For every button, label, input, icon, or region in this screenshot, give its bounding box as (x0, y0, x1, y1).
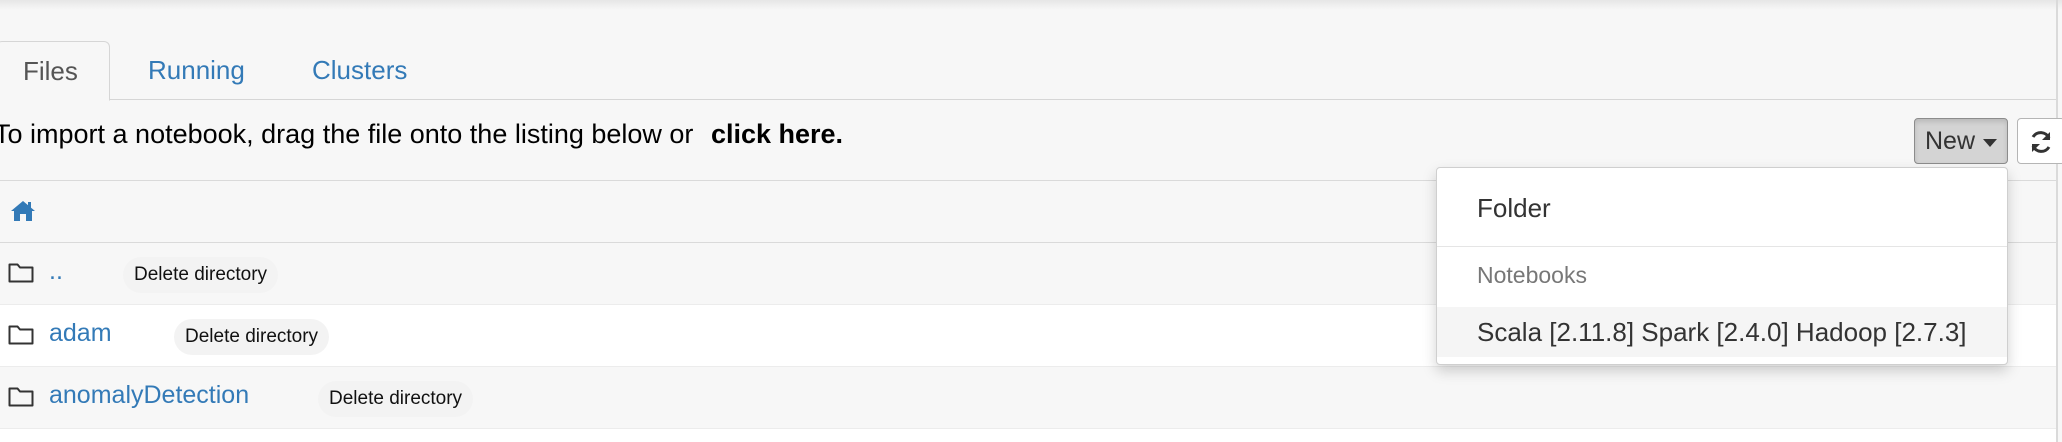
import-instructions: To import a notebook, drag the file onto… (0, 119, 843, 150)
new-button-label: New (1925, 127, 1976, 155)
menubar-shadow (0, 0, 2062, 10)
new-notebook-kernel-item[interactable]: Scala [2.11.8] Spark [2.4.0] Hadoop [2.7… (1437, 307, 2007, 357)
tab-running[interactable]: Running (126, 41, 267, 100)
item-name-link[interactable]: adam (49, 319, 112, 348)
container-border (2056, 0, 2058, 442)
tab-clusters[interactable]: Clusters (290, 41, 429, 100)
delete-directory-button[interactable]: Delete directory (123, 257, 279, 293)
delete-directory-button[interactable]: Delete directory (318, 381, 474, 417)
menu-divider (1437, 246, 2007, 247)
home-icon[interactable] (10, 200, 36, 222)
refresh-button[interactable] (2017, 118, 2062, 164)
import-text: To import a notebook, drag the file onto… (0, 119, 694, 149)
folder-icon (8, 263, 34, 283)
item-name-link[interactable]: .. (49, 257, 63, 286)
refresh-icon (2031, 131, 2051, 153)
folder-icon (8, 387, 34, 407)
file-browser: Files Running Clusters To import a noteb… (0, 0, 2062, 442)
list-item[interactable]: anomalyDetection Delete directory (0, 367, 2056, 429)
folder-icon (8, 325, 34, 345)
delete-directory-button[interactable]: Delete directory (174, 319, 330, 355)
tab-files[interactable]: Files (0, 41, 110, 101)
upload-link[interactable]: click here. (711, 119, 843, 149)
tab-bar: Files Running Clusters (0, 41, 2056, 101)
notebooks-header: Notebooks (1477, 262, 1587, 288)
new-dropdown-menu: Folder Notebooks Scala [2.11.8] Spark [2… (1436, 167, 2008, 365)
new-button[interactable]: New (1914, 118, 2008, 164)
caret-down-icon (1983, 139, 1997, 147)
new-folder-item[interactable]: Folder (1437, 182, 2007, 234)
item-name-link[interactable]: anomalyDetection (49, 381, 249, 410)
